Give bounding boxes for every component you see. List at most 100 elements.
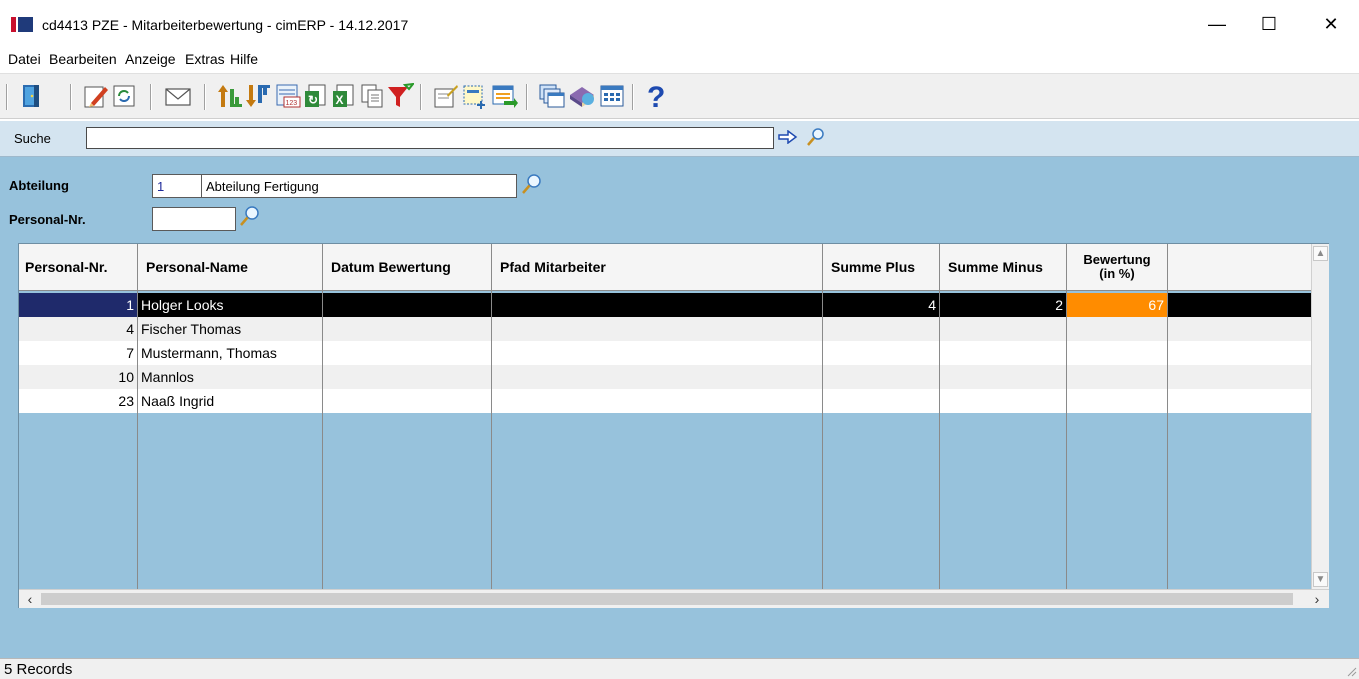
cell-summe-minus: [940, 389, 1067, 413]
cell-pfad-mitarbeiter: [492, 317, 823, 341]
record-count: 5 Records: [4, 661, 73, 678]
menu-datei[interactable]: Datei: [6, 51, 43, 67]
excel-export-icon[interactable]: X: [330, 81, 358, 111]
filter-icon[interactable]: [386, 81, 414, 111]
add-field-icon[interactable]: [460, 81, 488, 111]
personal-nr-search-icon[interactable]: [239, 205, 261, 230]
cell-empty: [1168, 317, 1311, 341]
search-magnifier-icon[interactable]: [806, 127, 826, 150]
horizontal-scroll-thumb[interactable]: [41, 593, 1293, 605]
col-header-empty: [1168, 244, 1311, 291]
cell-summe-plus: [823, 365, 940, 389]
cell-summe-plus: 4: [823, 293, 940, 317]
copy-icon[interactable]: [358, 81, 386, 111]
cell-summe-plus: [823, 317, 940, 341]
toolbar-separator: [526, 84, 528, 110]
cell-pfad-mitarbeiter: [492, 293, 823, 317]
cell-summe-plus: [823, 341, 940, 365]
personal-nr-label: Personal-Nr.: [9, 212, 86, 227]
search-go-arrow-icon[interactable]: [778, 129, 798, 147]
sort-descending-icon[interactable]: [244, 81, 272, 111]
toolbar-separator: [70, 84, 72, 110]
help-icon[interactable]: ?: [642, 81, 670, 111]
search-label: Suche: [14, 131, 51, 146]
scroll-right-icon[interactable]: ›: [1309, 591, 1325, 607]
col-header-datum-bewertung[interactable]: Datum Bewertung: [323, 244, 492, 291]
refresh-icon[interactable]: [110, 81, 138, 111]
scroll-up-icon[interactable]: ▲: [1313, 246, 1328, 261]
grid-body: 1 Holger Looks 4 2 67 4 Fischer Thomas 7…: [19, 291, 1311, 589]
col-header-pfad-mitarbeiter[interactable]: Pfad Mitarbeiter: [492, 244, 823, 291]
cell-summe-minus: [940, 341, 1067, 365]
table-row[interactable]: 4 Fischer Thomas: [19, 317, 1311, 341]
minimize-button[interactable]: —: [1194, 8, 1240, 40]
table-row[interactable]: 10 Mannlos: [19, 365, 1311, 389]
abteilung-name-field[interactable]: [201, 174, 517, 198]
col-header-summe-plus[interactable]: Summe Plus: [823, 244, 940, 291]
toolbar-separator: [150, 84, 152, 110]
cell-personal-name: Holger Looks: [138, 293, 323, 317]
toolbar-separator: [420, 84, 422, 110]
cell-personal-name: Mustermann, Thomas: [138, 341, 323, 365]
number-format-icon[interactable]: 123: [274, 81, 302, 111]
menu-hilfe[interactable]: Hilfe: [228, 51, 260, 67]
col-header-summe-minus[interactable]: Summe Minus: [940, 244, 1067, 291]
properties-icon[interactable]: [432, 81, 460, 111]
svg-text:X: X: [336, 93, 344, 107]
toolbar-separator: [204, 84, 206, 110]
sort-ascending-icon[interactable]: [216, 81, 244, 111]
vertical-scrollbar[interactable]: ▲ ▼: [1311, 244, 1329, 589]
maximize-button[interactable]: ☐: [1246, 8, 1292, 40]
abteilung-search-icon[interactable]: [521, 173, 543, 198]
table-row[interactable]: 1 Holger Looks 4 2 67: [19, 293, 1311, 317]
table-row[interactable]: 7 Mustermann, Thomas: [19, 341, 1311, 365]
data-grid: Personal-Nr. Personal-Name Datum Bewertu…: [18, 243, 1329, 608]
book-icon[interactable]: [568, 81, 596, 111]
svg-text:↻: ↻: [308, 93, 318, 107]
exit-door-icon[interactable]: [18, 81, 46, 111]
menu-extras[interactable]: Extras: [183, 51, 227, 67]
cell-datum-bewertung: [323, 365, 492, 389]
resize-grip-icon[interactable]: [1345, 665, 1357, 677]
cell-personal-nr: 7: [19, 341, 138, 365]
personal-nr-field[interactable]: [152, 207, 236, 231]
cell-empty: [1168, 365, 1311, 389]
edit-pencil-icon[interactable]: [82, 81, 110, 111]
svg-text:?: ?: [647, 81, 665, 111]
menu-bearbeiten[interactable]: Bearbeiten: [47, 51, 119, 67]
import-icon[interactable]: [490, 81, 518, 111]
cell-personal-name: Naaß Ingrid: [138, 389, 323, 413]
window-title: cd4413 PZE - Mitarbeiterbewertung - cimE…: [42, 17, 409, 33]
cell-empty: [1168, 341, 1311, 365]
scroll-left-icon[interactable]: ‹: [22, 591, 38, 607]
search-input[interactable]: [86, 127, 774, 149]
col-header-personal-nr[interactable]: Personal-Nr.: [19, 244, 138, 291]
abteilung-nr-field[interactable]: [152, 174, 202, 198]
scroll-down-icon[interactable]: ▼: [1313, 572, 1328, 587]
cell-bewertung: 67: [1067, 293, 1168, 317]
toolbar-separator: [6, 84, 8, 110]
windows-icon[interactable]: [538, 81, 566, 111]
mail-icon[interactable]: [164, 81, 192, 111]
cell-pfad-mitarbeiter: [492, 365, 823, 389]
cell-personal-nr: 4: [19, 317, 138, 341]
horizontal-scrollbar[interactable]: ‹ ›: [19, 589, 1329, 608]
menu-anzeige[interactable]: Anzeige: [123, 51, 178, 67]
close-button[interactable]: ✕: [1308, 8, 1354, 40]
cell-personal-nr: 10: [19, 365, 138, 389]
col-header-personal-name[interactable]: Personal-Name: [138, 244, 323, 291]
svg-text:123: 123: [286, 100, 298, 107]
search-strip: Suche: [0, 121, 1359, 157]
cell-personal-nr: 23: [19, 389, 138, 413]
grid-layout-icon[interactable]: [598, 81, 626, 111]
cell-summe-plus: [823, 389, 940, 413]
table-row[interactable]: 23 Naaß Ingrid: [19, 389, 1311, 413]
status-bar: 5 Records: [0, 658, 1359, 679]
col-header-bewertung[interactable]: Bewertung (in %): [1067, 244, 1168, 291]
app-logo-icon: [11, 17, 33, 32]
cell-bewertung: [1067, 317, 1168, 341]
title-bar: cd4413 PZE - Mitarbeiterbewertung - cimE…: [0, 0, 1359, 47]
cell-bewertung: [1067, 389, 1168, 413]
export-green-icon[interactable]: ↻: [302, 81, 330, 111]
cell-summe-minus: [940, 365, 1067, 389]
